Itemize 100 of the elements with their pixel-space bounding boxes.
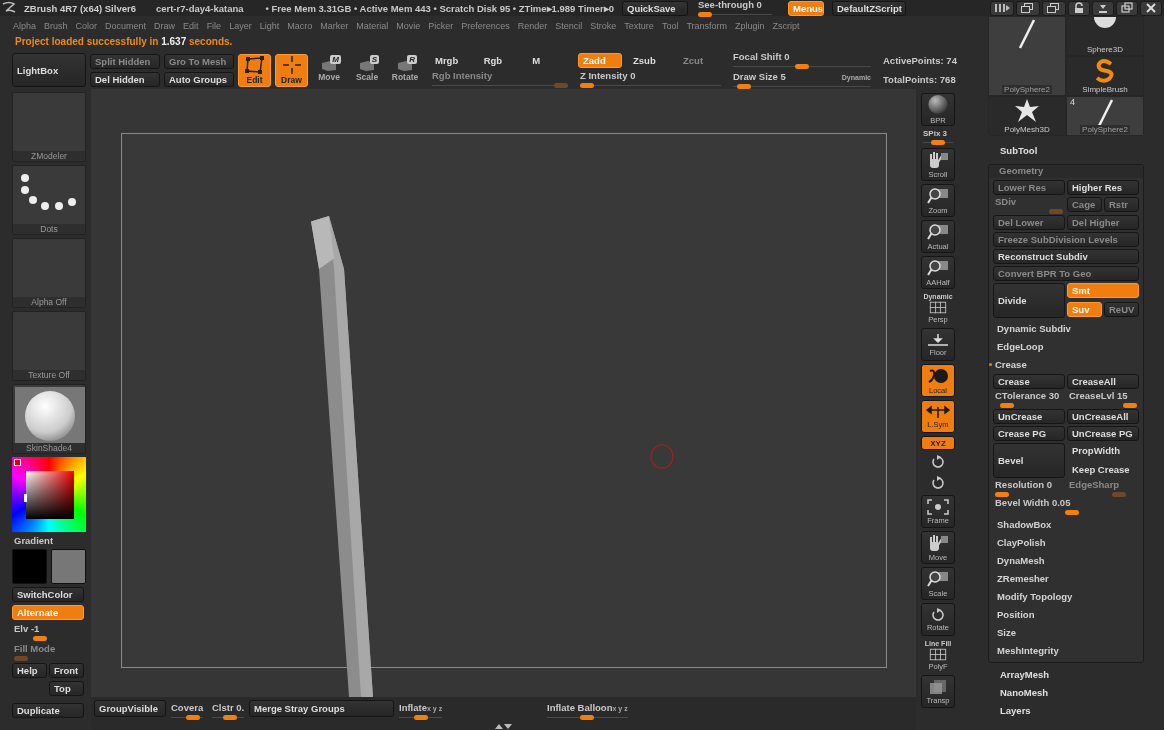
menu-item[interactable]: Picker: [424, 21, 458, 31]
slider[interactable]: Z Intensity 0: [578, 69, 723, 88]
alpha-thumbnail[interactable]: Alpha Off: [12, 238, 86, 308]
section-header[interactable]: DynaMesh: [993, 552, 1139, 568]
xyz-button[interactable]: XYZ: [921, 436, 955, 450]
slider[interactable]: Elv -1: [12, 623, 84, 640]
menu-item[interactable]: Movie: [392, 21, 425, 31]
mode-button[interactable]: R Rotate: [388, 53, 422, 87]
section-header[interactable]: ShadowBox: [993, 516, 1139, 532]
slider[interactable]: CTolerance 30: [993, 391, 1065, 407]
panel-button[interactable]: Higher Res: [1067, 180, 1139, 195]
mesh-button[interactable]: Auto Groups: [164, 71, 234, 87]
menu-item[interactable]: Document: [101, 21, 151, 31]
menu-item[interactable]: Material: [352, 21, 393, 31]
front-button[interactable]: Front: [49, 663, 84, 678]
slider[interactable]: CreaseLvl 15: [1067, 391, 1139, 407]
slider-thumb[interactable]: [222, 715, 237, 720]
channel-toggle[interactable]: Mrgb: [430, 52, 473, 68]
window-button[interactable]: [1116, 0, 1138, 16]
panel-button[interactable]: UnCrease PG: [1067, 426, 1139, 441]
section-header[interactable]: ArrayMesh: [1000, 669, 1144, 683]
color-swatch[interactable]: [12, 549, 47, 584]
canvas[interactable]: [91, 89, 916, 697]
menu-item[interactable]: Layer: [225, 21, 256, 31]
slider[interactable]: Bevel Width 0.05: [993, 498, 1139, 514]
window-button[interactable]: [1016, 0, 1040, 16]
panel-button[interactable]: Bevel: [993, 443, 1065, 478]
menu-item[interactable]: Edit: [179, 21, 203, 31]
slider-thumb[interactable]: [1065, 510, 1080, 515]
menu-item[interactable]: Zscript: [768, 21, 804, 31]
menu-item[interactable]: Transform: [682, 21, 732, 31]
slider-thumb[interactable]: [698, 12, 712, 17]
menu-item[interactable]: Light: [255, 21, 284, 31]
slider-thumb[interactable]: [580, 82, 594, 88]
quicksave-button[interactable]: QuickSave: [622, 0, 688, 16]
menu-item[interactable]: Zplugin: [731, 21, 769, 31]
subtool-header[interactable]: SubTool: [988, 136, 1144, 164]
slider[interactable]: Clstr 0.: [210, 700, 247, 720]
menu-item[interactable]: Preferences: [457, 21, 514, 31]
color-swatch[interactable]: [51, 549, 86, 584]
window-button[interactable]: [1042, 0, 1066, 16]
slider-thumb[interactable]: [995, 492, 1009, 497]
mode-button[interactable]: S Scale: [350, 53, 384, 87]
slider-thumb[interactable]: [736, 84, 751, 89]
section-header[interactable]: Layers: [1000, 705, 1144, 719]
menu-item[interactable]: Render: [513, 21, 552, 31]
help-button[interactable]: Help: [12, 663, 47, 678]
menu-item[interactable]: File: [202, 21, 226, 31]
section-header[interactable]: EdgeLoop: [993, 338, 1139, 354]
menu-item[interactable]: Macro: [283, 21, 317, 31]
panel-button[interactable]: PropWidth: [1067, 443, 1139, 458]
scroll-arrows-icon[interactable]: [493, 723, 513, 729]
section-header[interactable]: NanoMesh: [1000, 687, 1144, 701]
panel-button[interactable]: UnCrease: [993, 409, 1065, 424]
window-button[interactable]: [990, 0, 1014, 16]
slider-thumb[interactable]: [413, 715, 428, 720]
panel-button[interactable]: Crease PG: [993, 426, 1065, 441]
menu-item[interactable]: Stencil: [551, 21, 587, 31]
section-header[interactable]: Size: [993, 624, 1139, 640]
section-header[interactable]: ClayPolish: [993, 534, 1139, 550]
lightbox-button[interactable]: LightBox: [12, 53, 86, 87]
window-button[interactable]: [1092, 0, 1114, 16]
slider[interactable]: SPix 3: [921, 129, 955, 145]
mode-button[interactable]: Edit: [238, 53, 271, 87]
menu-item[interactable]: Marker: [316, 21, 353, 31]
brush-thumbnail[interactable]: ZModeler: [12, 92, 86, 162]
menu-item[interactable]: Color: [71, 21, 102, 31]
panel-button[interactable]: Crease: [993, 374, 1065, 389]
channel-toggle[interactable]: M: [527, 52, 570, 68]
section-header[interactable]: MeshIntegrity: [993, 642, 1139, 658]
section-header[interactable]: Position: [993, 606, 1139, 622]
texture-thumbnail[interactable]: Texture Off: [12, 311, 86, 381]
top-button[interactable]: Top: [49, 681, 84, 696]
slider-thumb[interactable]: [580, 715, 595, 720]
slider-thumb[interactable]: [1123, 403, 1137, 408]
tool-thumbnail[interactable]: 4 PolySphere2: [1067, 97, 1143, 135]
color-picker[interactable]: [12, 457, 86, 532]
panel-button[interactable]: UnCreaseAll: [1067, 409, 1139, 424]
material-thumbnail[interactable]: SkinShade4: [12, 384, 86, 454]
menu-item[interactable]: Tool: [657, 21, 683, 31]
group-button[interactable]: Merge Stray Groups: [249, 700, 394, 717]
slider[interactable]: Resolution 0: [993, 480, 1065, 496]
tool-thumbnail[interactable]: PolyMesh3D: [989, 97, 1065, 135]
window-button[interactable]: [1140, 0, 1162, 16]
slider[interactable]: Covera: [169, 700, 206, 720]
window-button[interactable]: [1068, 0, 1090, 16]
channel-toggle[interactable]: Rgb: [478, 52, 522, 68]
section-header[interactable]: Crease: [989, 356, 1139, 372]
mode-button[interactable]: M Move: [312, 53, 346, 87]
panel-button[interactable]: Reconstruct Subdiv: [993, 249, 1139, 264]
slider-thumb[interactable]: [32, 636, 47, 641]
stroke-thumbnail[interactable]: Dots: [12, 165, 86, 235]
slider[interactable]: See-through 0: [696, 0, 774, 17]
mode-button[interactable]: Draw: [275, 53, 308, 87]
tool-thumbnail[interactable]: PolySphere2: [989, 17, 1065, 95]
zscript-button[interactable]: DefaultZScript: [832, 0, 906, 16]
sculpt-mode-toggle[interactable]: Zsub: [628, 52, 672, 68]
menu-item[interactable]: Draw: [150, 21, 180, 31]
duplicate-button[interactable]: Duplicate: [12, 703, 84, 718]
slider[interactable]: Focal Shift 0: [731, 51, 873, 69]
